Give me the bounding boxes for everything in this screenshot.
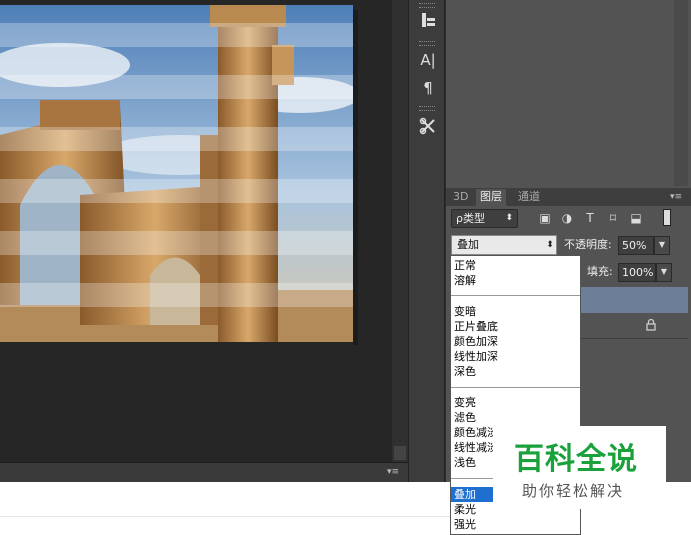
- status-bar-menu-icon[interactable]: ▾≡: [387, 465, 405, 479]
- blend-option-color-dodge[interactable]: 颜色减淡: [454, 425, 498, 440]
- layer-row-selected[interactable]: [580, 287, 688, 313]
- watermark-subtitle: 助你轻松解决: [522, 482, 625, 500]
- filter-toggle-switch[interactable]: [663, 209, 671, 226]
- kind-filter-label: ρ类型: [456, 212, 485, 225]
- blend-option-darker-color[interactable]: 深色: [454, 364, 476, 379]
- fill-field[interactable]: 100%: [618, 263, 656, 282]
- tab-layers[interactable]: 图层: [476, 189, 506, 206]
- kind-filter-arrow-icon: ⬍: [505, 213, 513, 223]
- bottom-divider: [0, 516, 480, 517]
- blend-option-hard-light[interactable]: 强光: [454, 517, 476, 532]
- layer-comps-icon[interactable]: [418, 10, 438, 30]
- blend-mode-select[interactable]: 叠加: [451, 235, 557, 255]
- grip-handle[interactable]: [419, 106, 435, 111]
- dropdown-separator: [451, 295, 580, 296]
- blend-option-screen[interactable]: 滤色: [454, 410, 476, 425]
- lock-icon: [644, 318, 658, 332]
- fill-label: 填充:: [587, 265, 613, 278]
- vertical-scrollbar[interactable]: [392, 0, 408, 462]
- opacity-label: 不透明度:: [564, 238, 612, 251]
- character-icon[interactable]: A|: [418, 50, 438, 70]
- blend-option-linear-dodge[interactable]: 线性减淡: [454, 440, 498, 455]
- fill-arrow-icon[interactable]: ▼: [656, 263, 672, 282]
- smart-object-filter-icon[interactable]: ⬓: [629, 210, 643, 226]
- blend-option-linear-burn[interactable]: 线性加深: [454, 349, 498, 364]
- adjustment-filter-icon[interactable]: ◑: [560, 210, 574, 226]
- paragraph-icon[interactable]: ¶: [418, 78, 438, 98]
- panel-menu-icon[interactable]: ▾≡: [666, 189, 686, 205]
- dropdown-separator: [451, 387, 580, 388]
- ruins-photo-canvas[interactable]: [0, 5, 353, 342]
- panel-icon-strip: A| ¶: [408, 0, 445, 482]
- ruins-photo: [0, 5, 353, 342]
- blend-option-overlay[interactable]: 叠加: [451, 487, 498, 502]
- blend-option-darken[interactable]: 变暗: [454, 304, 476, 319]
- opacity-arrow-icon[interactable]: ▼: [654, 236, 670, 255]
- tab-3d[interactable]: 3D: [449, 189, 472, 206]
- pixel-filter-icon[interactable]: ▣: [538, 210, 552, 226]
- blend-mode-value: 叠加: [457, 238, 479, 251]
- upper-panel-scrollbar[interactable]: [674, 0, 688, 186]
- blend-option-lighter-color[interactable]: 浅色: [454, 455, 476, 470]
- upper-panel: [446, 0, 691, 186]
- kind-filter-select[interactable]: ρ类型 ⬍: [451, 209, 518, 228]
- watermark-title: 百科全说: [514, 442, 638, 477]
- grip-handle[interactable]: [419, 41, 435, 46]
- tool-presets-icon[interactable]: [418, 116, 438, 136]
- grip-handle[interactable]: [419, 3, 435, 8]
- blend-option-color-burn[interactable]: 颜色加深: [454, 334, 498, 349]
- blend-option-multiply[interactable]: 正片叠底: [454, 319, 498, 334]
- opacity-field[interactable]: 50%: [618, 236, 654, 255]
- blend-option-normal[interactable]: 正常: [454, 258, 476, 273]
- type-filter-icon[interactable]: T: [583, 210, 597, 226]
- vertical-scrollbar-thumb[interactable]: [394, 446, 406, 460]
- blend-option-lighten[interactable]: 变亮: [454, 395, 476, 410]
- blend-option-dissolve[interactable]: 溶解: [454, 273, 476, 288]
- shape-filter-icon[interactable]: ⌑: [606, 210, 620, 226]
- status-bar: [0, 462, 408, 482]
- tab-channels[interactable]: 通道: [514, 189, 544, 206]
- canvas-shadow: [353, 10, 358, 345]
- blend-option-soft-light[interactable]: 柔光: [454, 502, 476, 517]
- layer-row-divider: [580, 338, 688, 339]
- blend-mode-arrow-icon: ⬍: [546, 240, 554, 250]
